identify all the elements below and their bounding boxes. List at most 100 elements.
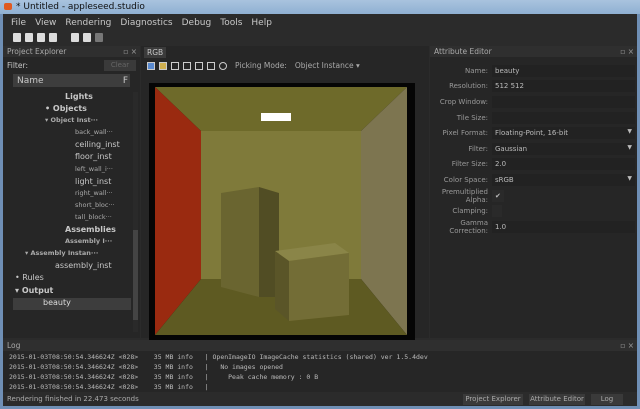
tree-item[interactable]: floor_inst <box>13 152 131 164</box>
close-icon[interactable]: ▫ × <box>123 47 137 56</box>
picking-mode-label: Picking Mode: <box>235 61 287 70</box>
close-icon[interactable]: ▫ × <box>620 341 634 350</box>
tree-item[interactable]: ceiling_inst <box>13 140 131 152</box>
tree-item[interactable]: light_inst <box>13 177 131 189</box>
log-line: 2015-01-03T08:50:54.346624Z <028> 35 MB … <box>9 363 283 371</box>
attribute-value: Floating-Point, 16-bit <box>495 129 569 138</box>
tree-item[interactable]: • Objects <box>13 104 131 116</box>
tree-item[interactable]: back_wall··· <box>13 128 131 140</box>
attribute-field[interactable]: Gaussian ▼ <box>492 142 635 155</box>
dropdown-arrow-icon[interactable]: ▼ <box>627 144 632 151</box>
tree-item[interactable]: Assemblies <box>13 225 131 237</box>
menu-rendering[interactable]: Rendering <box>65 18 111 31</box>
attribute-label: Color Space: <box>443 175 488 184</box>
tree-item-label: short_bloc··· <box>75 200 115 209</box>
close-icon[interactable]: ▫ × <box>620 47 634 56</box>
tree-item[interactable]: left_wall_i··· <box>13 165 131 177</box>
attribute-row: Crop Window: <box>430 94 637 110</box>
tree-item[interactable]: Lights <box>13 92 131 104</box>
crop-icon[interactable] <box>171 61 179 70</box>
menu-file[interactable]: File <box>11 18 26 31</box>
attribute-field[interactable] <box>492 95 635 108</box>
toggle-project-explorer-button[interactable]: Project Explorer <box>463 394 523 405</box>
filter-input[interactable] <box>31 60 100 71</box>
tree-item-label: floor_inst <box>75 152 112 162</box>
attribute-label: Filter: <box>468 144 488 153</box>
attribute-row: Resolution: 512 512 <box>430 79 637 95</box>
pick-icon[interactable] <box>219 61 227 70</box>
attribute-field[interactable]: Floating-Point, 16-bit ▼ <box>492 127 635 140</box>
dropdown-arrow-icon[interactable]: ▼ <box>627 128 632 135</box>
save-project-icon[interactable] <box>37 33 45 42</box>
render-viewer: RGB Picking Mode: Object Instance ▾ <box>141 46 429 341</box>
attribute-value: Gaussian <box>495 144 528 153</box>
tree-item[interactable]: ▾ Assembly Instan··· <box>13 249 131 261</box>
toggle-log-button[interactable]: Log <box>591 394 623 405</box>
tab-rgb[interactable]: RGB <box>144 47 166 58</box>
attribute-label: Pixel Format: <box>442 129 488 138</box>
clear-crop-icon[interactable] <box>183 61 191 70</box>
tree-item-label: Assembly Instan··· <box>30 249 99 258</box>
tree-item[interactable]: tall_block··· <box>13 213 131 225</box>
attribute-row: Filter Size: 2.0 <box>430 157 637 173</box>
new-project-icon[interactable] <box>13 33 21 42</box>
menu-view[interactable]: View <box>35 18 56 31</box>
attribute-row: Name: beauty <box>430 63 637 79</box>
menu-tools[interactable]: Tools <box>220 18 242 31</box>
tree-item-label: Output <box>21 285 54 295</box>
tree-item[interactable]: assembly_inst <box>13 261 131 273</box>
project-tree: Lights • Objects ▾ Object Inst··· back_wall… <box>13 92 131 332</box>
status-text: Rendering finished in 22.473 seconds <box>7 395 139 403</box>
expand-arrow-icon[interactable]: ▾ <box>15 286 22 295</box>
clear-button[interactable]: Clear <box>104 60 136 71</box>
attribute-field[interactable]: 512 512 <box>492 80 635 93</box>
expand-arrow-icon[interactable]: • <box>45 104 53 113</box>
attribute-value: beauty <box>495 66 520 75</box>
menu-debug[interactable]: Debug <box>182 18 212 31</box>
render-image[interactable] <box>149 83 415 341</box>
tree-item[interactable]: beauty <box>13 297 131 310</box>
attribute-editor-panel: Attribute Editor ▫ × Name: beauty Resolutio… <box>430 46 637 338</box>
save-frame-icon[interactable] <box>147 61 155 70</box>
picking-mode-select[interactable]: Object Instance ▾ <box>295 61 360 70</box>
toggle-attribute-editor-button[interactable]: Attribute Editor <box>529 394 585 405</box>
tree-item[interactable]: • Rules <box>13 273 131 285</box>
status-bar: Rendering finished in 22.473 seconds Pro… <box>3 392 637 406</box>
toolbar <box>3 31 637 45</box>
attribute-field[interactable]: sRGB ▼ <box>492 173 635 186</box>
attribute-field[interactable]: 1.0 <box>492 220 635 233</box>
attribute-label: Resolution: <box>449 82 488 91</box>
tree-scrollbar[interactable] <box>133 92 138 332</box>
attribute-field[interactable] <box>492 205 502 218</box>
menu-help[interactable]: Help <box>251 18 272 31</box>
tree-item[interactable]: ▾ Output <box>13 286 131 298</box>
start-render-icon[interactable] <box>71 33 79 42</box>
stop-render-icon[interactable] <box>95 33 103 42</box>
tree-item[interactable]: ▾ Object Inst··· <box>13 116 131 128</box>
display-icon[interactable] <box>207 61 215 70</box>
start-final-render-icon[interactable] <box>83 33 91 42</box>
tree-header[interactable]: Name F <box>13 74 130 87</box>
filter-label: Filter: <box>7 61 28 70</box>
attribute-label: Premultiplied Alpha: <box>441 187 488 204</box>
attribute-field[interactable] <box>492 111 635 124</box>
save-as-icon[interactable] <box>49 33 57 42</box>
open-project-icon[interactable] <box>25 33 33 42</box>
tree-item-label: left_wall_i··· <box>75 164 113 173</box>
tree-item-label: beauty <box>43 297 71 307</box>
reset-zoom-icon[interactable] <box>195 61 203 70</box>
tree-item[interactable]: short_bloc··· <box>13 201 131 213</box>
window-titlebar: * Untitled - appleseed.studio <box>0 0 640 14</box>
tree-item[interactable]: Assembly I··· <box>13 237 131 249</box>
dropdown-arrow-icon[interactable]: ▼ <box>627 175 632 182</box>
save-all-frames-icon[interactable] <box>159 61 167 70</box>
menu-diagnostics[interactable]: Diagnostics <box>120 18 172 31</box>
tree-item[interactable]: right_wall··· <box>13 189 131 201</box>
attribute-field[interactable]: ✔ <box>492 189 504 202</box>
attribute-label: Gamma Correction: <box>449 218 488 235</box>
attribute-field[interactable]: 2.0 <box>492 158 635 171</box>
attribute-field[interactable]: beauty <box>492 64 635 77</box>
project-explorer-panel: Project Explorer ▫ × Filter: Clear Name F L… <box>3 46 140 338</box>
panel-title: Log <box>7 341 21 350</box>
attribute-value: 2.0 <box>495 160 507 169</box>
